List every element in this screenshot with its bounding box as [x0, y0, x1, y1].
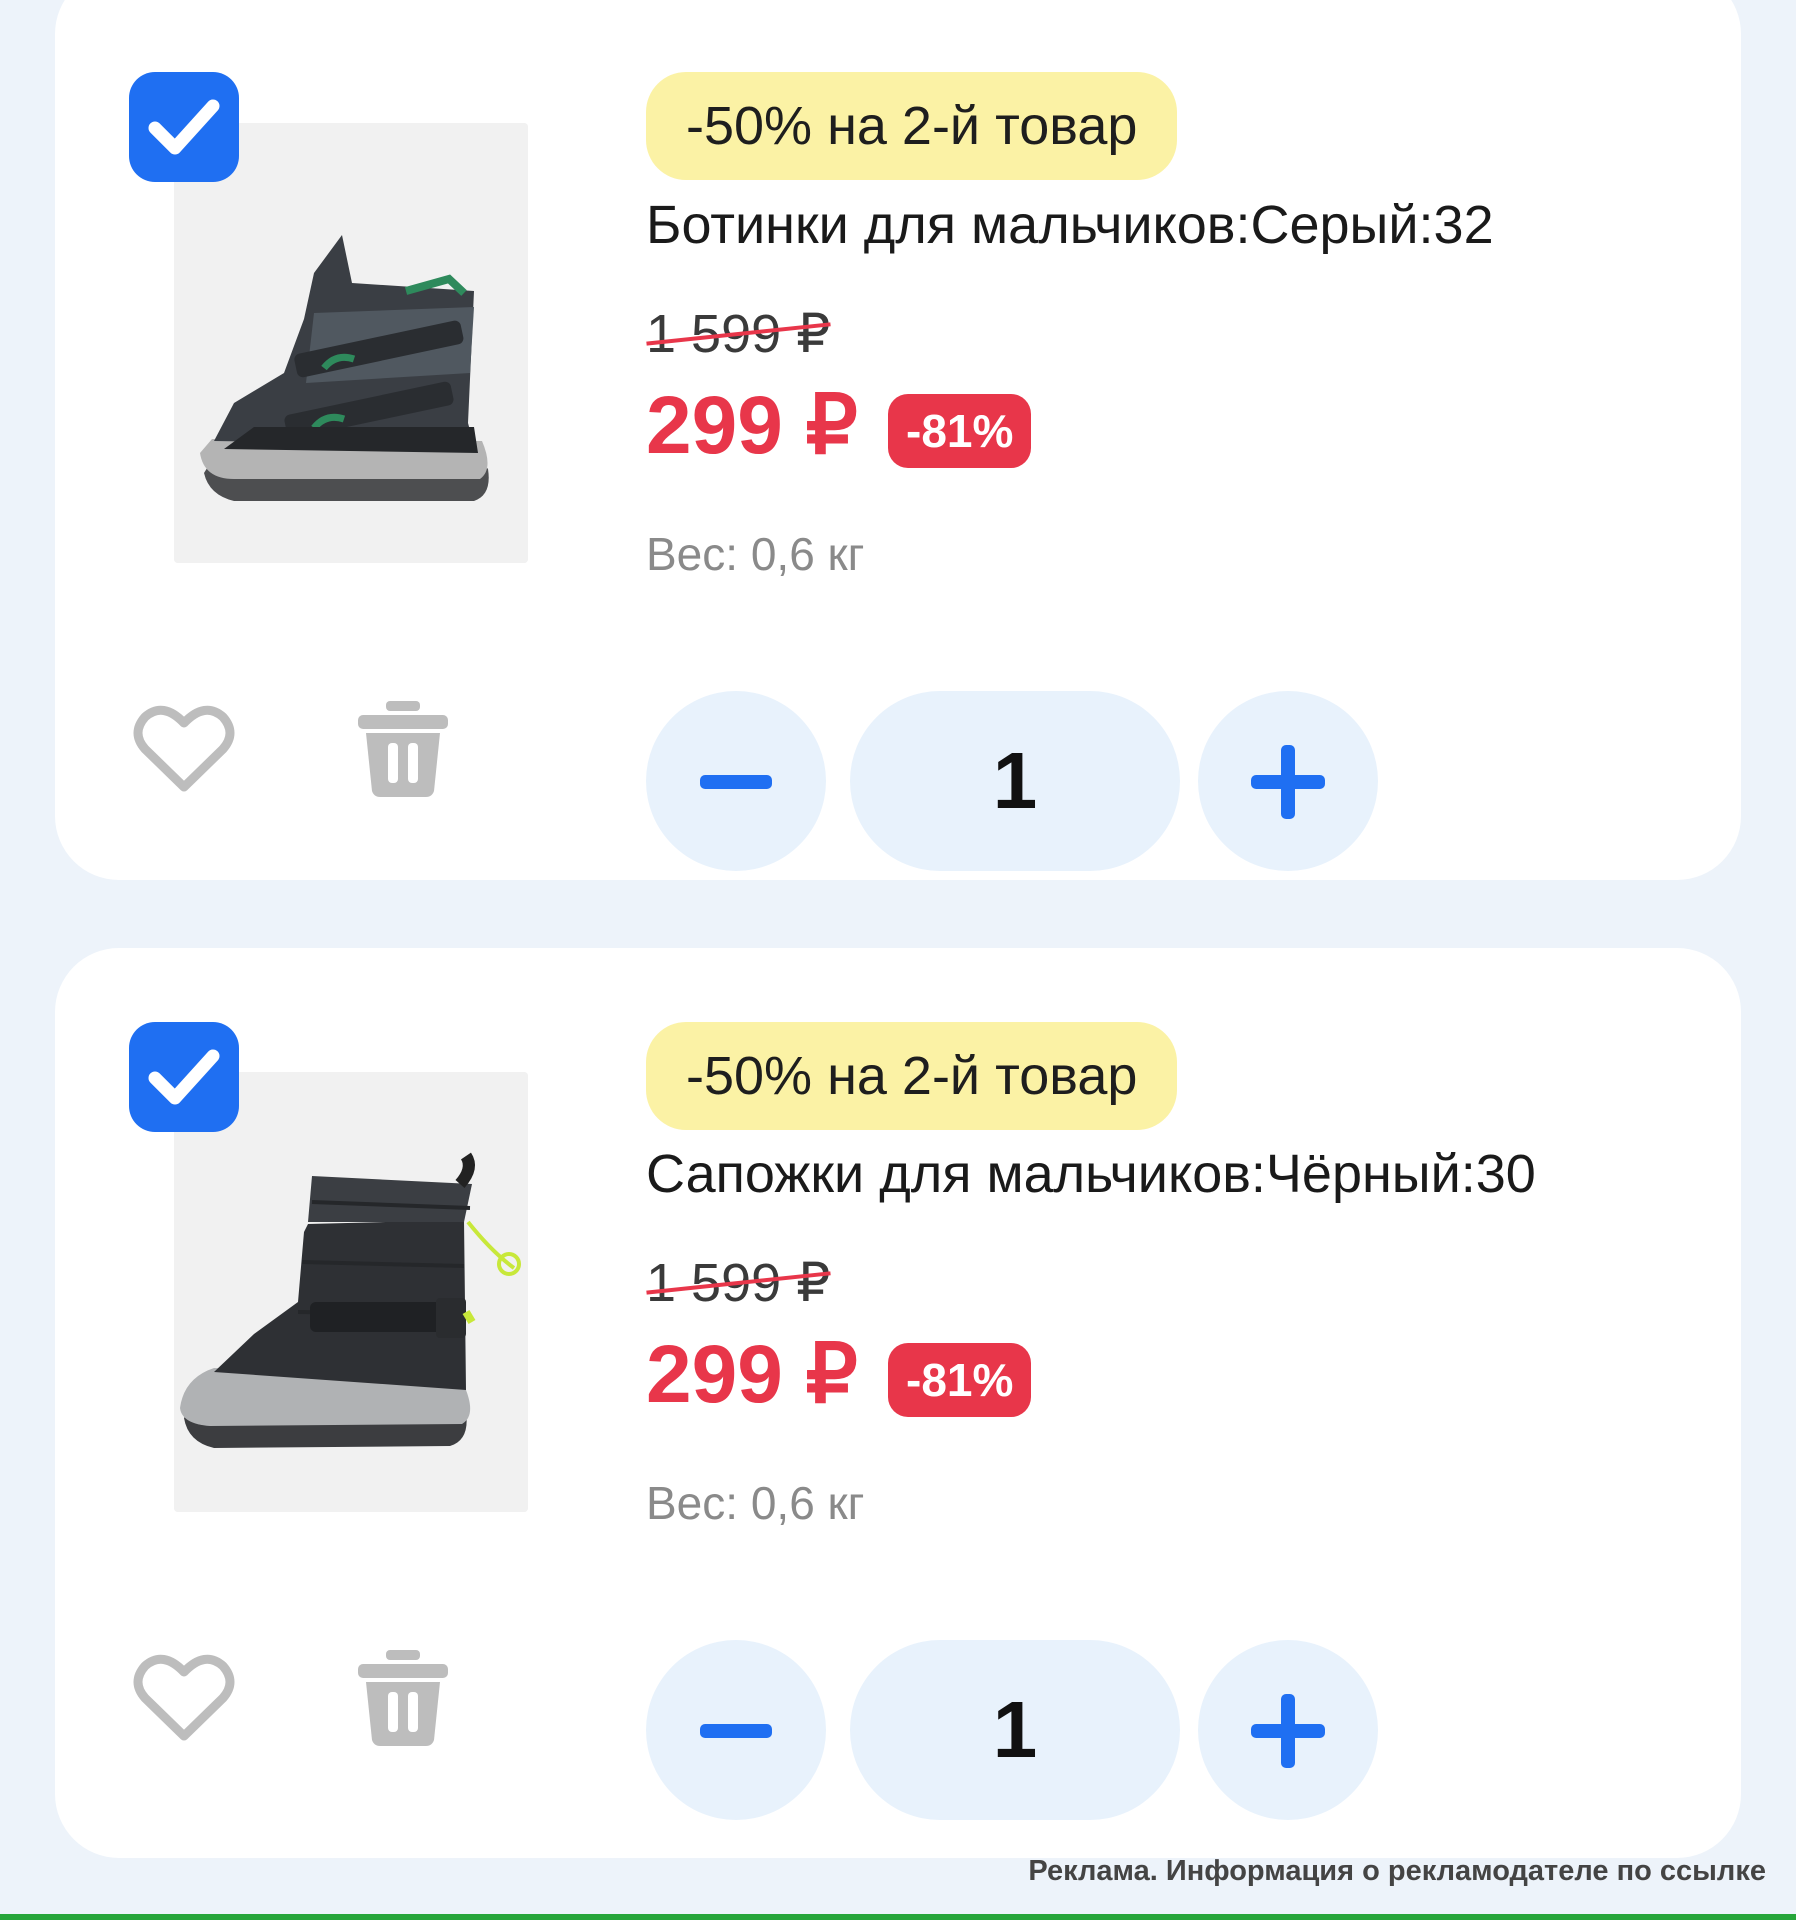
- decrease-quantity-button[interactable]: [646, 691, 826, 871]
- cart-item-card: -50% на 2-й товар Сапожки для мальчиков:…: [55, 948, 1741, 1858]
- product-weight: Вес: 0,6 кг: [646, 528, 865, 580]
- select-item-checkbox[interactable]: [129, 1022, 239, 1132]
- quantity-value[interactable]: 1: [850, 1640, 1180, 1820]
- promo-badge: -50% на 2-й товар: [646, 1022, 1178, 1130]
- minus-icon: [700, 775, 772, 789]
- trash-icon: [358, 1650, 448, 1746]
- discount-badge: -81%: [888, 1343, 1032, 1417]
- cart-item-card: -50% на 2-й товар Ботинки для мальчиков:…: [55, 0, 1741, 880]
- product-title[interactable]: Сапожки для мальчиков:Чёрный:30: [646, 1142, 1536, 1206]
- delete-button[interactable]: [348, 695, 458, 805]
- decrease-quantity-button[interactable]: [646, 1640, 826, 1820]
- select-item-checkbox[interactable]: [129, 72, 239, 182]
- old-price: 1 599 ₽: [646, 302, 831, 366]
- product-title[interactable]: Ботинки для мальчиков:Серый:32: [646, 193, 1494, 257]
- minus-icon: [700, 1724, 772, 1738]
- favorite-button[interactable]: [129, 1644, 239, 1754]
- old-price: 1 599 ₽: [646, 1251, 831, 1315]
- increase-quantity-button[interactable]: [1198, 691, 1378, 871]
- checkmark-icon: [148, 1049, 220, 1105]
- current-price: 299 ₽: [646, 1329, 858, 1420]
- checkmark-icon: [148, 99, 220, 155]
- plus-icon: [1251, 745, 1325, 819]
- ad-disclaimer-link[interactable]: Реклама. Информация о рекламодателе по с…: [1028, 1855, 1766, 1888]
- favorite-button[interactable]: [129, 695, 239, 805]
- winter-boot-image-icon: [174, 1072, 528, 1512]
- plus-icon: [1251, 1694, 1325, 1768]
- bottom-accent-line: [0, 1914, 1796, 1920]
- quantity-value[interactable]: 1: [850, 691, 1180, 871]
- heart-icon: [133, 1654, 235, 1741]
- product-image-boots[interactable]: [174, 123, 528, 563]
- increase-quantity-button[interactable]: [1198, 1640, 1378, 1820]
- current-price: 299 ₽: [646, 380, 858, 471]
- heart-icon: [133, 705, 235, 792]
- promo-badge: -50% на 2-й товар: [646, 72, 1178, 180]
- discount-badge: -81%: [888, 394, 1032, 468]
- delete-button[interactable]: [348, 1644, 458, 1754]
- product-weight: Вес: 0,6 кг: [646, 1477, 865, 1529]
- boot-image-icon: [174, 123, 528, 563]
- trash-icon: [358, 701, 448, 797]
- product-image-winter-boots[interactable]: [174, 1072, 528, 1512]
